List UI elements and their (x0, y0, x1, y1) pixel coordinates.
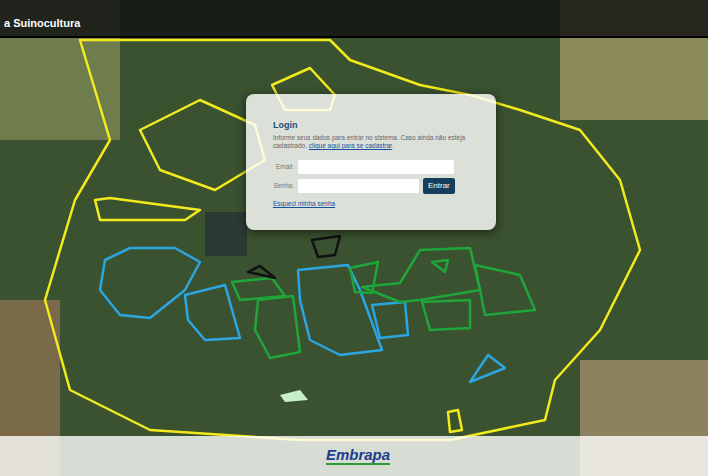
map-area[interactable] (448, 410, 462, 432)
map-area[interactable] (362, 248, 480, 302)
map-area[interactable] (45, 40, 640, 440)
map-area[interactable] (248, 266, 275, 278)
map-area[interactable] (475, 265, 535, 315)
map-area[interactable] (298, 265, 382, 355)
field-label: Senha: (273, 182, 294, 189)
login-page: a Suinocultura Login Informe seus dados pa… (0, 0, 708, 476)
field-row: Email: (273, 159, 482, 175)
field-label: Email: (273, 163, 294, 170)
site-title: a Suinocultura (4, 17, 80, 29)
login-title: Login (273, 120, 482, 130)
map-area[interactable] (470, 355, 505, 382)
submit-button[interactable]: Entrar (423, 178, 455, 194)
text-input[interactable] (297, 159, 455, 175)
map-area[interactable] (312, 236, 340, 257)
map-area[interactable] (422, 300, 470, 330)
map-area[interactable] (372, 302, 408, 338)
signup-link[interactable]: clique aqui para se cadastrar (309, 142, 392, 149)
text-input[interactable] (297, 178, 420, 194)
forgot-password-link[interactable]: Esqueci minha senha (273, 200, 482, 207)
map-area[interactable] (100, 248, 200, 318)
map-area[interactable] (432, 260, 448, 272)
top-bar: a Suinocultura (0, 0, 708, 38)
field-row: Senha: Entrar (273, 178, 482, 194)
bottom-bar: Embrapa (0, 436, 708, 476)
satellite-map (0, 0, 708, 476)
login-dialog: Login Informe seus dados para entrar no s… (246, 94, 496, 230)
map-area[interactable] (185, 285, 240, 340)
map-area[interactable] (95, 198, 200, 220)
map-area[interactable] (255, 296, 300, 358)
login-intro: Informe seus dados para entrar no sistem… (273, 134, 482, 151)
embrapa-logo: Embrapa (326, 447, 390, 466)
